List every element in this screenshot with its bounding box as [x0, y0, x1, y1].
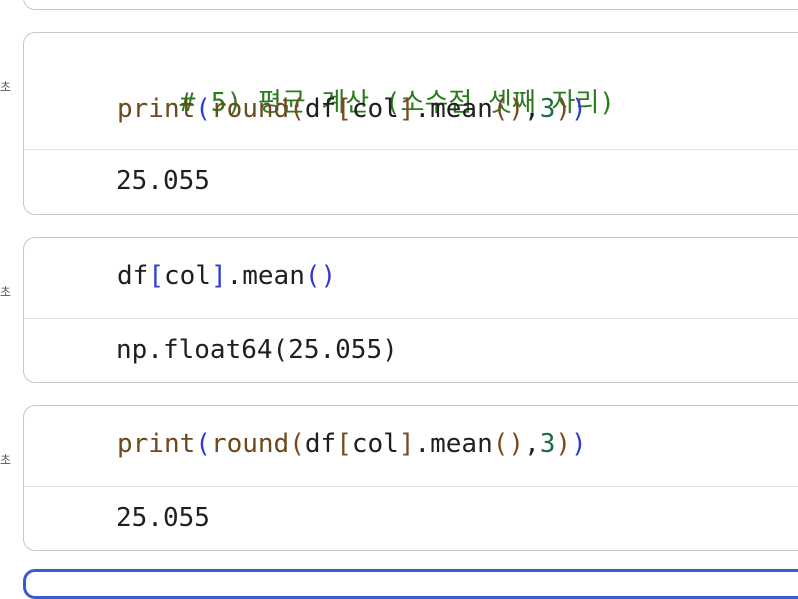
code-cell[interactable]: # 5) 평균 계산 (소수점 셋째 자리) print(round(df[co…	[23, 32, 798, 215]
code-line[interactable]: print(round(df[col].mean(),3))	[117, 428, 587, 460]
code-line[interactable]: print(round(df[col].mean(),3))	[117, 93, 587, 125]
cell-output: np.float64(25.055)	[116, 335, 398, 365]
code-cell[interactable]: print(round(df[col].mean(),3)) 25.055	[23, 405, 798, 551]
focused-code-cell[interactable]	[23, 569, 798, 599]
output-divider	[24, 149, 798, 150]
code-line[interactable]: df[col].mean()	[117, 260, 336, 292]
output-divider	[24, 486, 798, 487]
cell-output: 25.055	[116, 166, 210, 196]
execution-time-label: 초	[0, 453, 12, 467]
execution-time-label: 초	[0, 285, 12, 299]
code-cell[interactable]: df[col].mean() np.float64(25.055)	[23, 237, 798, 383]
previous-cell[interactable]	[23, 0, 798, 10]
execution-time-label: 초	[0, 80, 12, 94]
output-divider	[24, 318, 798, 319]
cell-output: 25.055	[116, 503, 210, 533]
